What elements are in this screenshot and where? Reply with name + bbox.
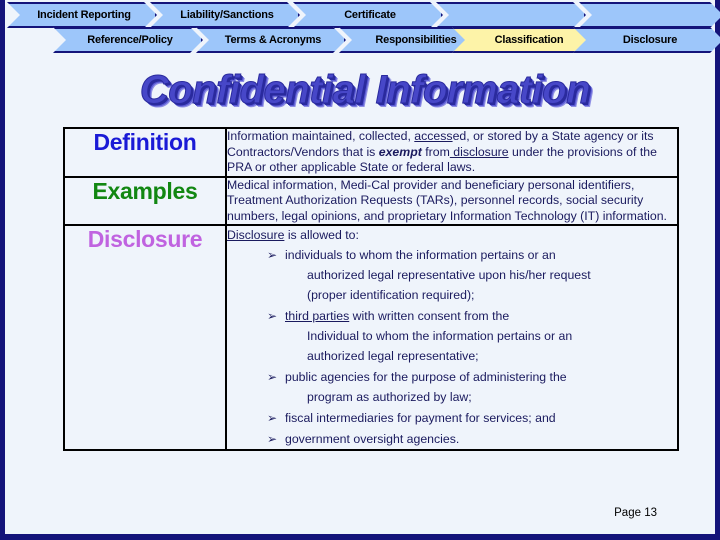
list-item-text: fiscal intermediaries for payment for se… (285, 411, 556, 425)
text-run: Medical information, Medi-Cal provider a… (227, 177, 667, 223)
list-item-continuation: (proper identification required); (307, 288, 475, 302)
tab-reference-policy-label[interactable]: Reference/Policy (53, 27, 203, 53)
text-run: from (421, 144, 450, 159)
list-item: ➢ public agencies for the purpose of admi… (267, 367, 677, 407)
classification-table: Definition Information maintained, colle… (63, 127, 679, 451)
tab-liability-sanctions-label[interactable]: Liability/Sanctions (150, 2, 300, 28)
arrow-bullet-icon: ➢ (267, 248, 278, 262)
underlined-text: third parties (285, 309, 350, 323)
emphasis-text: exempt (378, 144, 422, 159)
tab-blank-two-label[interactable] (579, 2, 720, 28)
table-row: Definition Information maintained, colle… (63, 127, 679, 178)
tab-incident-reporting[interactable]: Incident Reporting (7, 2, 157, 28)
tab-blank-two[interactable] (579, 2, 720, 28)
arrow-bullet-icon: ➢ (267, 309, 278, 323)
tab-row-top: Incident Reporting Liability/Sanctions C… (5, 2, 720, 28)
table-row: Disclosure Disclosure is allowed to: ➢ in… (63, 224, 679, 451)
row-body-examples: Medical information, Medi-Cal provider a… (225, 175, 679, 226)
tab-certificate-label[interactable]: Certificate (293, 2, 443, 28)
tab-liability-sanctions[interactable]: Liability/Sanctions (150, 2, 300, 28)
list-item-text: government oversight agencies. (285, 432, 460, 446)
row-label-disclosure: Disclosure (63, 224, 227, 451)
disclosure-intro-rest: is allowed to: (284, 228, 359, 242)
tab-navigation: Incident Reporting Liability/Sanctions C… (5, 0, 720, 56)
page-number: Page 13 (614, 507, 657, 519)
list-item-text: individuals to whom the information pert… (285, 248, 556, 262)
row-body-disclosure: Disclosure is allowed to: ➢ individuals t… (225, 224, 679, 451)
list-item-text: with written consent from the (349, 309, 510, 323)
row-label-definition: Definition (63, 127, 227, 178)
tab-blank-one[interactable] (436, 2, 586, 28)
table-row: Examples Medical information, Medi-Cal p… (63, 175, 679, 226)
tab-reference-policy[interactable]: Reference/Policy (53, 27, 203, 53)
disclosure-intro: Disclosure is allowed to: (227, 226, 677, 244)
tab-certificate[interactable]: Certificate (293, 2, 443, 28)
list-item: ➢ government oversight agencies. (267, 429, 677, 449)
tab-disclosure[interactable]: Disclosure (573, 27, 720, 53)
list-item-continuation: authorized legal representative; (307, 349, 479, 363)
list-item-text: public agencies for the purpose of admin… (285, 370, 567, 384)
list-item-continuation: authorized legal representative upon his… (307, 268, 591, 282)
list-item-continuation: Individual to whom the information perta… (307, 329, 573, 343)
underlined-text: disclosure (449, 144, 509, 159)
text-run: Information maintained, collected, (227, 129, 415, 143)
tab-disclosure-label[interactable]: Disclosure (573, 27, 720, 53)
list-item: ➢ individuals to whom the information per… (267, 245, 677, 305)
list-item: ➢ fiscal intermediaries for payment for s… (267, 408, 677, 428)
list-item-continuation: program as authorized by law; (307, 390, 472, 404)
tab-row-bottom: Reference/Policy Terms & Acronyms Respon… (5, 27, 720, 53)
list-item: ➢ third parties with written consent from… (267, 306, 677, 366)
page-title: Confidential Information (139, 68, 591, 113)
examples-text: Medical information, Medi-Cal provider a… (227, 178, 667, 223)
slide: Incident Reporting Liability/Sanctions C… (0, 0, 720, 540)
arrow-bullet-icon: ➢ (267, 370, 278, 384)
disclosure-intro-underlined: Disclosure (227, 228, 285, 242)
row-body-definition: Information maintained, collected, acces… (225, 127, 679, 178)
definition-text: Information maintained, collected, acces… (227, 129, 657, 174)
disclosure-bullet-list: ➢ individuals to whom the information per… (227, 245, 677, 449)
underlined-text: access (414, 129, 453, 143)
arrow-bullet-icon: ➢ (267, 432, 278, 446)
tab-terms-acronyms-label[interactable]: Terms & Acronyms (196, 27, 346, 53)
arrow-bullet-icon: ➢ (267, 411, 278, 425)
tab-blank-one-label[interactable] (436, 2, 586, 28)
row-label-examples: Examples (63, 175, 227, 226)
tab-incident-reporting-label[interactable]: Incident Reporting (7, 2, 157, 28)
tab-terms-acronyms[interactable]: Terms & Acronyms (196, 27, 346, 53)
